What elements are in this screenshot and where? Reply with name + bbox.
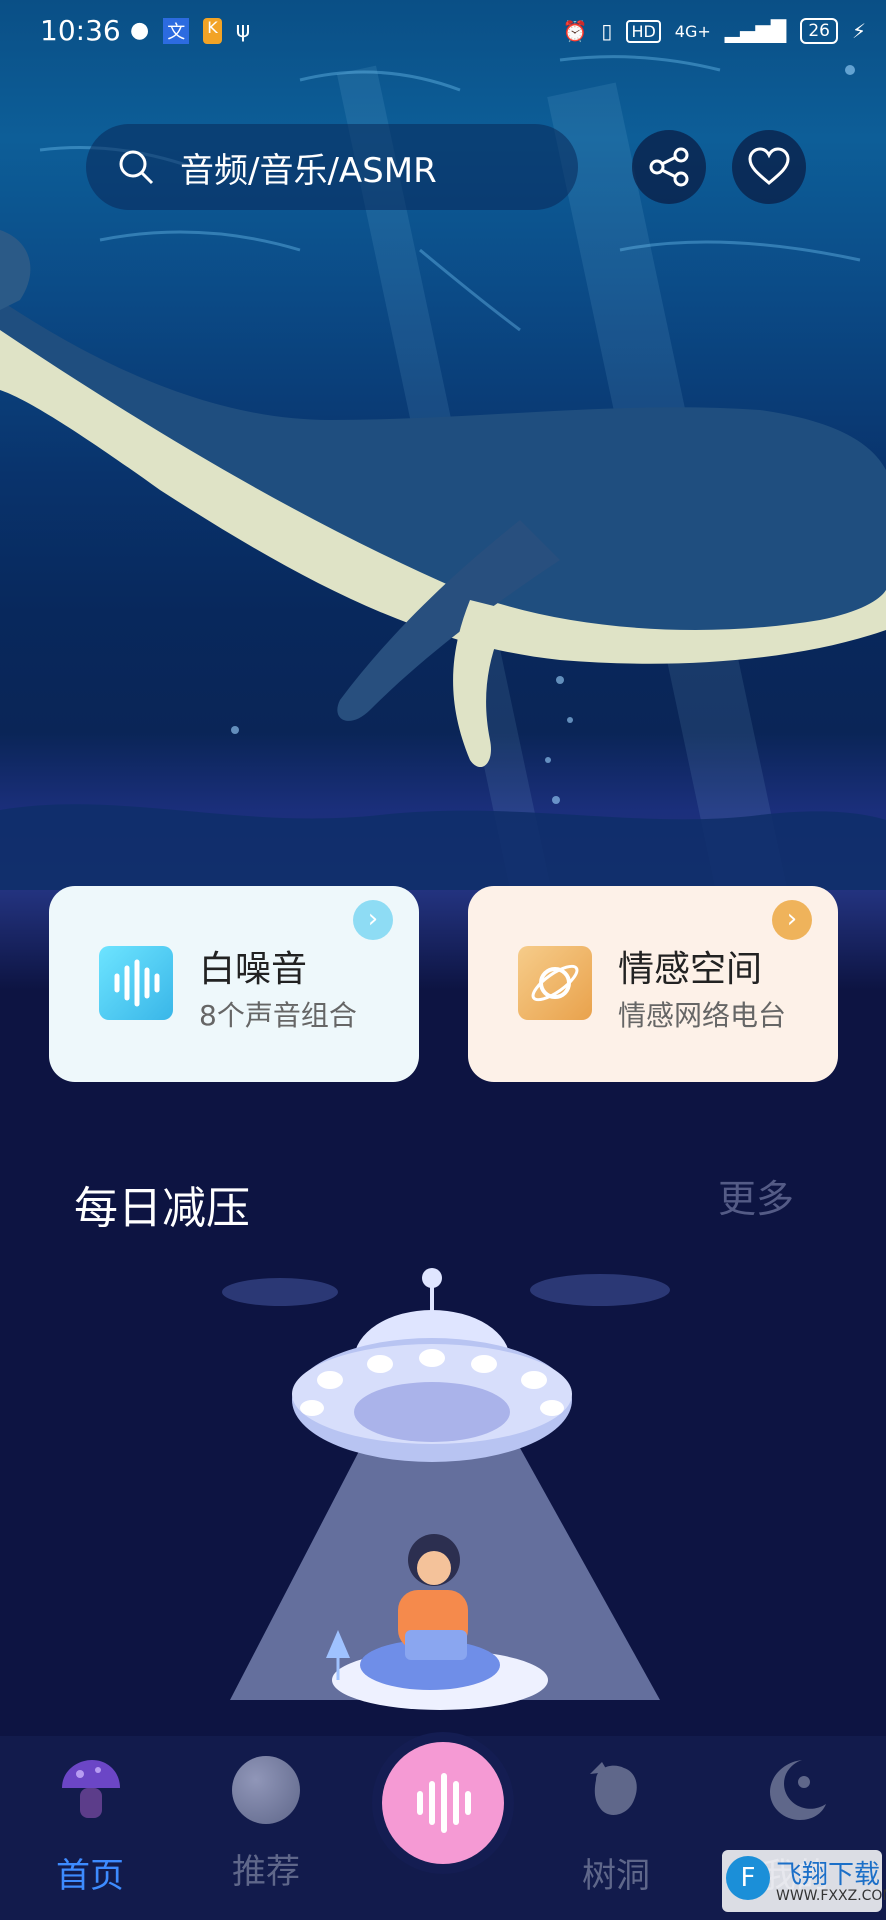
- battery-indicator: 26: [800, 18, 838, 44]
- chevron-right-icon: ›: [772, 900, 812, 940]
- card-title: 白噪音: [199, 949, 308, 990]
- watermark: F 飞翔下载 WWW.FXXZ.COM: [722, 1850, 886, 1912]
- ufo-illustration: [222, 1268, 670, 1710]
- watermark-text: 飞翔下载: [776, 1860, 881, 1890]
- white-noise-card[interactable]: 白噪音 8个声音组合 ›: [49, 886, 419, 1082]
- section-title: 每日减压: [74, 1183, 250, 1234]
- nav-label: 推荐: [232, 1852, 300, 1892]
- mushroom-icon: [62, 1760, 120, 1818]
- nav-item-recommend[interactable]: 推荐: [206, 1756, 326, 1893]
- search-bar[interactable]: 音频/音乐/ASMR: [86, 124, 578, 210]
- notification-icons: ● 文 K ψ: [130, 18, 250, 44]
- share-icon: [649, 147, 689, 187]
- hd-badge: HD: [626, 19, 661, 43]
- search-icon: [119, 150, 154, 185]
- nav-item-home[interactable]: 首页: [30, 1756, 150, 1897]
- card-subtitle: 8个声音组合: [199, 999, 357, 1032]
- nav-label: 树洞: [582, 1856, 650, 1896]
- play-center-button[interactable]: [382, 1742, 504, 1864]
- card-subtitle: 情感网络电台: [618, 999, 787, 1032]
- soundwave-icon: [99, 946, 173, 1020]
- more-link[interactable]: 更多: [718, 1168, 794, 1223]
- vibrate-icon: ▯: [601, 19, 613, 43]
- nav-item-tree-hole[interactable]: 树洞: [556, 1756, 676, 1897]
- moon-person-icon: [770, 1760, 826, 1820]
- share-button[interactable]: [632, 130, 706, 204]
- status-time: 10:36: [40, 14, 121, 47]
- system-icons: ⏰ ▯ HD 4G+ ▂▄▆█ 26 ⚡: [563, 18, 866, 44]
- card-title: 情感空间: [618, 949, 763, 990]
- logo-icon: F: [726, 1856, 770, 1900]
- emotion-space-card[interactable]: 情感空间 情感网络电台 ›: [468, 886, 838, 1082]
- usb-icon: ψ: [235, 18, 251, 43]
- translate-icon: 文: [163, 18, 190, 44]
- search-placeholder: 音频/音乐/ASMR: [180, 150, 437, 191]
- chevron-right-icon: ›: [353, 900, 393, 940]
- alarm-icon: ⏰: [562, 19, 588, 43]
- soundwave-icon: [417, 1773, 471, 1833]
- nav-label: 首页: [56, 1856, 124, 1896]
- wechat-icon: ●: [130, 18, 150, 43]
- heart-icon: [748, 147, 790, 185]
- app-icon: K: [203, 18, 222, 44]
- tree-hole-icon: [590, 1762, 637, 1815]
- watermark-url: WWW.FXXZ.COM: [776, 1888, 886, 1904]
- charging-icon: ⚡: [851, 19, 866, 43]
- moon-planet-icon: [232, 1756, 300, 1824]
- network-label: 4G+: [674, 21, 711, 41]
- favorite-button[interactable]: [732, 130, 806, 204]
- planet-icon: [518, 946, 592, 1020]
- status-bar: 10:36 ● 文 K ψ ⏰ ▯ HD 4G+ ▂▄▆█ 26 ⚡: [0, 0, 886, 66]
- signal-icon: ▂▄▆█: [724, 19, 787, 43]
